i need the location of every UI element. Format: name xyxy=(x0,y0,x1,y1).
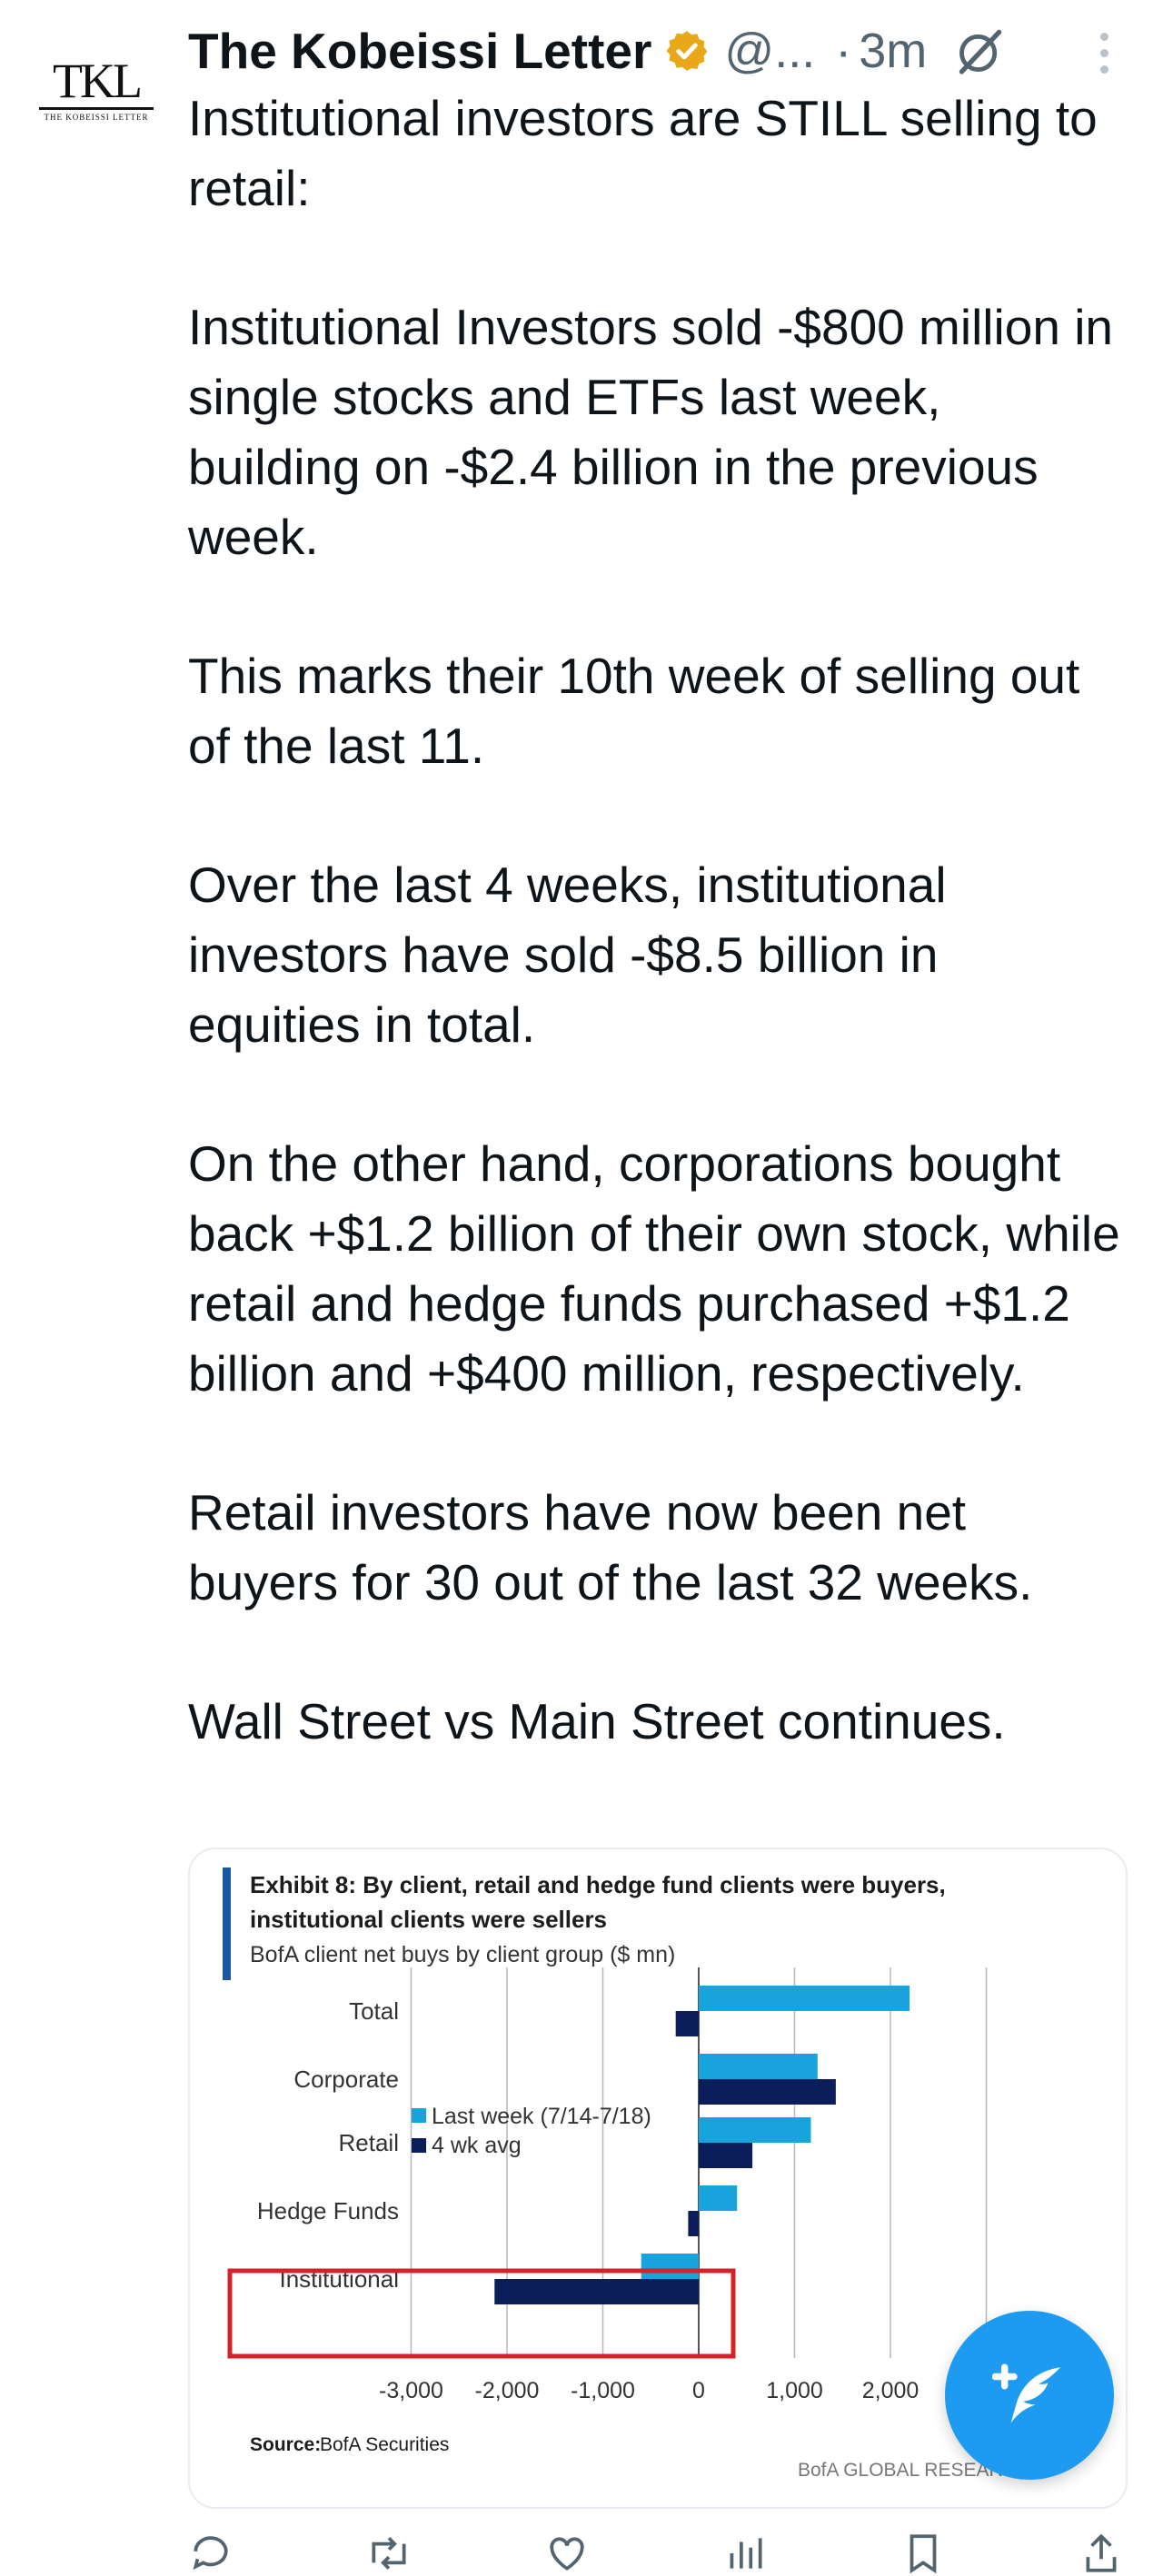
x-tick-label: 2,000 xyxy=(862,2378,919,2403)
bar xyxy=(641,2254,699,2279)
bar xyxy=(699,2079,836,2105)
legend-swatch xyxy=(412,2138,426,2153)
x-tick-label: -1,000 xyxy=(571,2378,635,2403)
legend-label: Last week (7/14-7/18) xyxy=(432,2104,651,2129)
legend-label: 4 wk avg xyxy=(432,2133,522,2158)
verified-badge-icon[interactable] xyxy=(664,28,710,74)
tweet-header: The Kobeissi Letter @... · 3m xyxy=(188,16,1142,85)
like-icon xyxy=(550,2537,584,2571)
repost-icon xyxy=(372,2537,406,2570)
bar xyxy=(675,2011,699,2036)
x-tick-label: 1,000 xyxy=(766,2378,823,2403)
tweet-paragraph: Institutional investors are STILL sellin… xyxy=(188,90,1098,216)
category-label: Retail xyxy=(339,2129,399,2156)
share-button[interactable] xyxy=(1079,2531,1124,2572)
exhibit-accent-bar xyxy=(223,1868,231,1980)
bar xyxy=(699,2185,738,2211)
tweet-paragraph: Over the last 4 weeks, institutional inv… xyxy=(188,857,947,1053)
x-tick-label: 0 xyxy=(692,2378,705,2403)
bar xyxy=(699,1986,910,2011)
bookmark-icon xyxy=(910,2534,937,2574)
bar xyxy=(688,2211,699,2236)
author-name[interactable]: The Kobeissi Letter xyxy=(188,22,651,80)
compose-post-icon xyxy=(992,2363,1061,2423)
header-separator: · xyxy=(835,24,852,78)
source-text: BofA Securities xyxy=(320,2434,449,2455)
compose-post-button[interactable] xyxy=(945,2311,1114,2480)
category-label: Total xyxy=(349,1997,399,2025)
tweet-paragraph: On the other hand, corporations bought b… xyxy=(188,1135,1120,1402)
avatar-subtext: THE KOBEISSI LETTER xyxy=(44,113,149,122)
tweet-paragraph: Wall Street vs Main Street continues. xyxy=(188,1693,1006,1749)
x-tick-label: -3,000 xyxy=(379,2378,443,2403)
source-label: Source: xyxy=(250,2434,321,2455)
avatar-monogram: TKL xyxy=(53,54,143,108)
action-bar xyxy=(188,2531,1124,2574)
share-icon xyxy=(1086,2533,1117,2572)
reply-icon xyxy=(193,2536,228,2571)
bar xyxy=(494,2279,699,2304)
grok-icon[interactable] xyxy=(954,25,1007,77)
tweet-text: Institutional investors are STILL sellin… xyxy=(188,84,1124,1826)
category-label: Corporate xyxy=(293,2066,399,2093)
chart-title-line2: institutional clients were sellers xyxy=(250,1906,607,1933)
x-tick-label: -2,000 xyxy=(475,2378,540,2403)
like-button[interactable] xyxy=(544,2531,590,2571)
post-time[interactable]: 3m xyxy=(859,23,927,79)
more-options-icon[interactable] xyxy=(1090,27,1118,78)
author-avatar[interactable]: TKL THE KOBEISSI LETTER xyxy=(36,56,156,124)
reply-button[interactable] xyxy=(188,2531,234,2571)
views-icon xyxy=(730,2538,762,2569)
repost-button[interactable] xyxy=(366,2531,412,2570)
author-handle[interactable]: @... xyxy=(724,23,815,79)
bar xyxy=(699,2143,753,2168)
legend-swatch xyxy=(412,2108,426,2123)
views-button[interactable] xyxy=(722,2531,768,2569)
bookmark-button[interactable] xyxy=(900,2531,946,2574)
tweet-paragraph: This marks their 10th week of selling ou… xyxy=(188,648,1080,774)
tweet-paragraph: Institutional Investors sold -$800 milli… xyxy=(188,299,1114,565)
chart-title-line1: Exhibit 8: By client, retail and hedge f… xyxy=(250,1871,946,1898)
tweet-paragraph: Retail investors have now been net buyer… xyxy=(188,1484,1033,1610)
bar xyxy=(699,2117,811,2143)
chart-subtitle: BofA client net buys by client group ($ … xyxy=(250,1942,675,1967)
category-label: Hedge Funds xyxy=(257,2197,399,2224)
avatar-rule xyxy=(39,107,154,110)
bar xyxy=(699,2054,818,2079)
